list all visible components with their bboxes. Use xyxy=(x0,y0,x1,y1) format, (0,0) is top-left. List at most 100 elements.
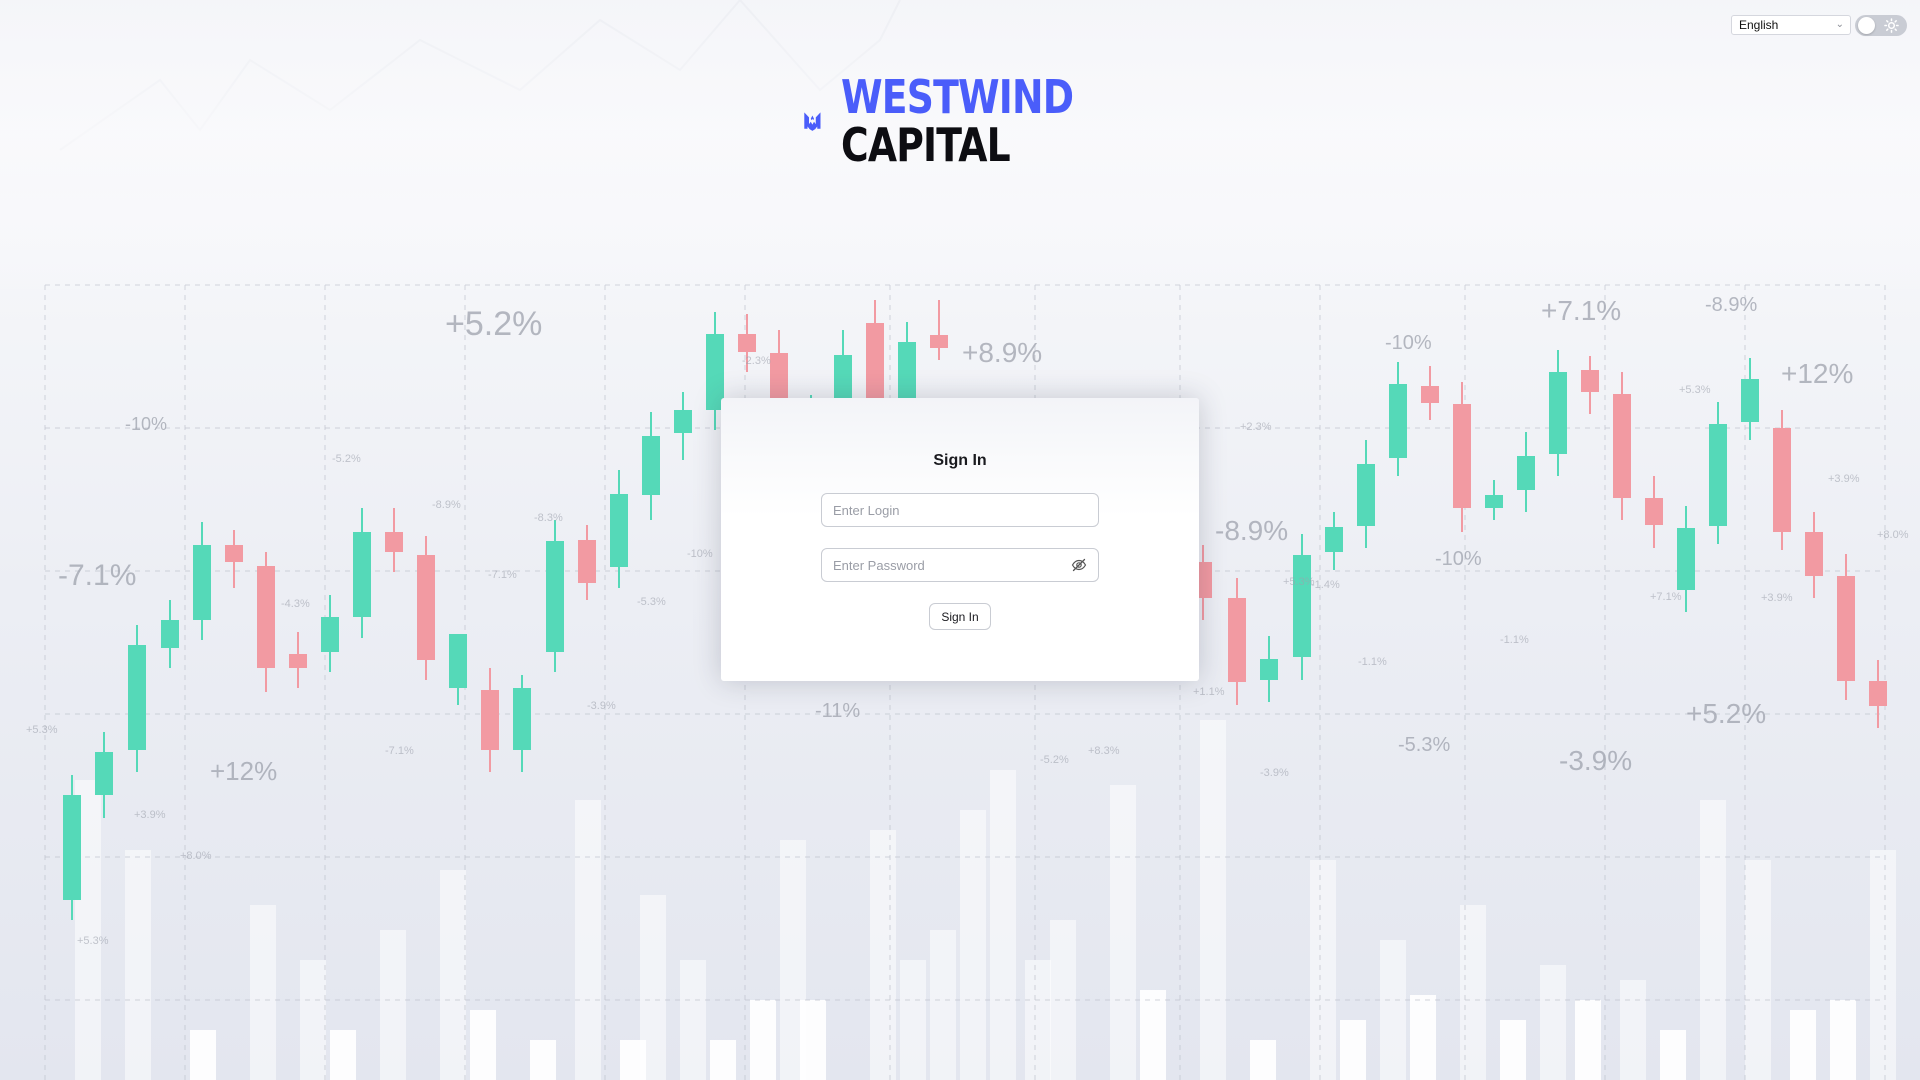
candle-up xyxy=(353,532,371,617)
candle-up xyxy=(1549,372,1567,454)
percent-label: -2.3% xyxy=(742,355,771,367)
candle-down xyxy=(738,334,756,352)
percent-label: +5.2% xyxy=(445,305,542,343)
volume-bar xyxy=(640,895,666,1080)
candle-up xyxy=(1357,464,1375,526)
volume-bar xyxy=(300,960,326,1080)
percent-label: -3.9% xyxy=(1559,745,1632,776)
volume-bar xyxy=(960,810,986,1080)
candle-up xyxy=(1260,659,1278,680)
signin-title: Sign In xyxy=(933,452,987,469)
candle-up xyxy=(128,645,146,750)
percent-label: -10% xyxy=(125,414,167,434)
candle-down xyxy=(1421,386,1439,403)
candle-up xyxy=(674,410,692,433)
volume-bar xyxy=(1140,990,1166,1080)
eye-slash-icon[interactable] xyxy=(1071,557,1087,573)
password-input[interactable] xyxy=(821,548,1099,582)
volume-bar xyxy=(900,960,926,1080)
percent-label: +5.3% xyxy=(1679,384,1711,396)
candle-up xyxy=(642,436,660,495)
westwind-logo-icon xyxy=(804,112,821,131)
signin-button[interactable]: Sign In xyxy=(929,603,991,630)
percent-label: -1.1% xyxy=(1358,656,1387,668)
volume-bar xyxy=(1340,1020,1366,1080)
percent-label: -8.9% xyxy=(432,499,461,511)
candle-down xyxy=(385,532,403,552)
login-input[interactable] xyxy=(821,493,1099,527)
volume-bar xyxy=(1870,850,1896,1080)
percent-label: +8.9% xyxy=(962,337,1042,368)
candle-up xyxy=(63,795,81,900)
candle-up xyxy=(1389,384,1407,458)
percent-label: +12% xyxy=(1781,358,1853,389)
candle-down xyxy=(930,335,948,348)
theme-toggle[interactable] xyxy=(1855,15,1907,36)
candle-up xyxy=(193,545,211,620)
volume-bar xyxy=(1025,960,1051,1080)
percent-label: +3.9% xyxy=(134,809,166,821)
percent-label: +12% xyxy=(210,756,277,786)
candle-down xyxy=(1773,428,1791,532)
volume-bar xyxy=(190,1030,216,1080)
volume-bar xyxy=(1200,720,1226,1080)
candle-down xyxy=(1453,404,1471,508)
sun-icon xyxy=(1884,18,1899,33)
percent-label: +7.1% xyxy=(1650,591,1682,603)
candle-down xyxy=(1645,498,1663,525)
volume-bar xyxy=(575,800,601,1080)
percent-label: +3.9% xyxy=(1761,592,1793,604)
candle-down xyxy=(417,555,435,660)
volume-bar xyxy=(1460,905,1486,1080)
chevron-down-icon: ⌄ xyxy=(1835,19,1844,30)
volume-bar xyxy=(1790,1010,1816,1080)
candle-up xyxy=(1325,527,1343,552)
background-trend-line xyxy=(59,0,901,151)
volume-bar xyxy=(530,1040,556,1080)
volume-bar xyxy=(680,960,706,1080)
percent-label: -5.3% xyxy=(1398,734,1450,756)
volume-bar xyxy=(440,870,466,1080)
volume-bar xyxy=(1250,1040,1276,1080)
candle-up xyxy=(546,541,564,652)
candle-down xyxy=(1581,370,1599,392)
candle-up xyxy=(1517,456,1535,490)
candle-up xyxy=(161,620,179,648)
volume-bar xyxy=(1620,980,1646,1080)
candle-down xyxy=(1805,532,1823,576)
percent-label: -3.9% xyxy=(1260,767,1289,779)
candle-up xyxy=(95,752,113,795)
percent-label: -7.1% xyxy=(385,745,414,757)
percent-label: +2.3% xyxy=(1240,421,1272,433)
candle-up xyxy=(449,634,467,688)
volume-bar xyxy=(1110,785,1136,1080)
brand-name-line2: CAPITAL xyxy=(840,118,1011,172)
percent-label: +5.2% xyxy=(1686,698,1766,729)
percent-label: -1.1% xyxy=(1500,634,1529,646)
percent-label: -5.3% xyxy=(637,596,666,608)
volume-bar xyxy=(1310,860,1336,1080)
volume-bar xyxy=(330,1030,356,1080)
percent-label: -7.1% xyxy=(488,569,517,581)
candle-down xyxy=(481,690,499,750)
percent-label: +8.3% xyxy=(1088,745,1120,757)
candle-up xyxy=(513,688,531,750)
volume-bar xyxy=(990,770,1016,1080)
candle-down xyxy=(289,654,307,668)
volume-bar xyxy=(250,905,276,1080)
signin-card: Sign In Sign In xyxy=(721,398,1199,681)
percent-label: +5.3% xyxy=(26,724,58,736)
percent-label: +3.9% xyxy=(1828,473,1860,485)
candle-down xyxy=(225,545,243,562)
percent-label: +7.1% xyxy=(1541,295,1621,326)
language-select[interactable]: English ⌄ xyxy=(1731,15,1851,35)
candle-up xyxy=(1485,495,1503,508)
percent-label: -4.3% xyxy=(281,598,310,610)
candle-down xyxy=(578,540,596,583)
percent-label: -3.9% xyxy=(587,700,616,712)
language-select-value: English xyxy=(1739,18,1779,32)
percent-label: +5.3% xyxy=(77,935,109,947)
percent-label: -11% xyxy=(815,700,860,722)
volume-bar xyxy=(1700,800,1726,1080)
toggle-knob xyxy=(1858,17,1875,34)
